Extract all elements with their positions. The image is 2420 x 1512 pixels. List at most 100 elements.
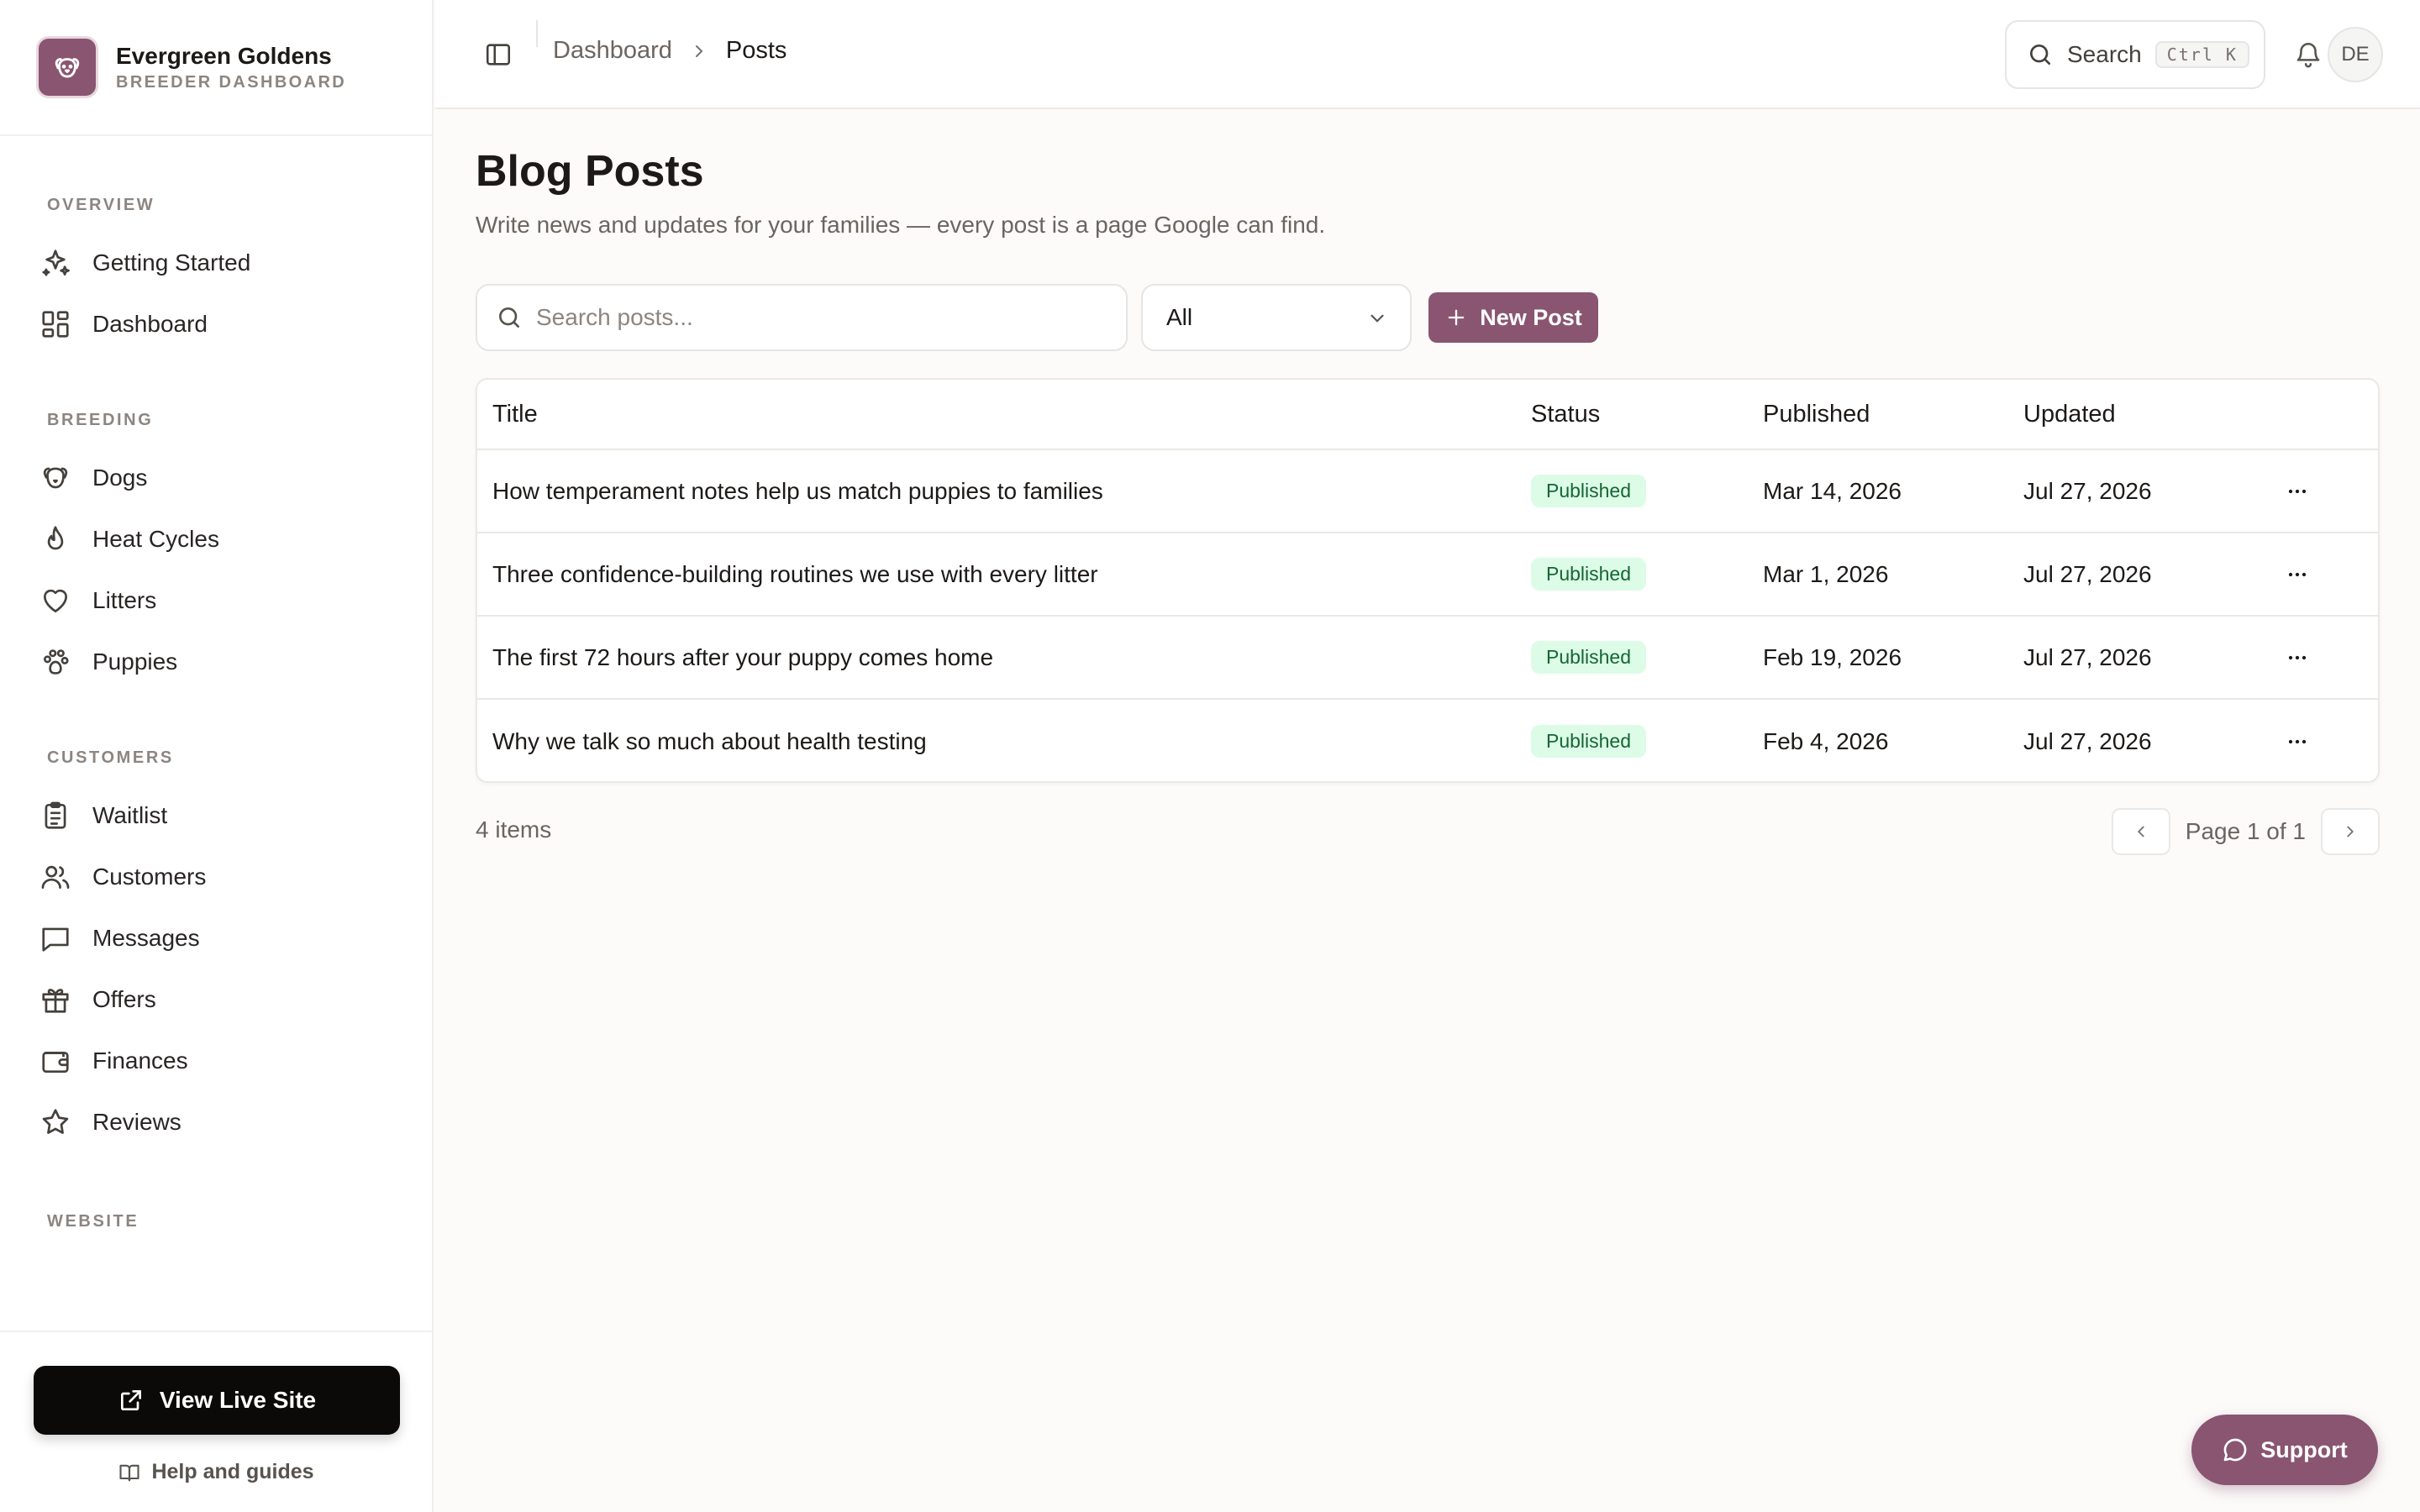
search-shortcut: Ctrl K (2154, 41, 2249, 68)
nav-section-breeding: BREEDING Dogs Heat Cycles Litters Puppie… (0, 403, 432, 692)
bell-icon[interactable] (2294, 40, 2323, 69)
view-live-site-label: View Live Site (159, 1387, 317, 1413)
sidebar-item-finances[interactable]: Finances (39, 1030, 432, 1091)
more-horizontal-icon[interactable] (2284, 561, 2311, 588)
nav-section-overview: OVERVIEW Getting Started Dashboard (0, 188, 432, 354)
status-badge: Published (1531, 641, 1647, 674)
sidebar-item-label: Reviews (92, 1108, 182, 1135)
users-icon (39, 860, 72, 894)
brand[interactable]: Evergreen Goldens BREEDER DASHBOARD (0, 0, 432, 136)
search-icon (2030, 45, 2050, 65)
avatar[interactable]: DE (2328, 27, 2383, 82)
sidebar-item-label: Dashboard (92, 310, 208, 337)
table-row[interactable]: How temperament notes help us match pupp… (477, 450, 2378, 533)
more-horizontal-icon[interactable] (2284, 478, 2311, 505)
posts-table: Title Status Published Updated How tempe… (476, 378, 2380, 783)
post-title[interactable]: Three confidence-building routines we us… (477, 561, 1531, 588)
flame-icon (39, 522, 72, 556)
message-circle-icon (2223, 1438, 2247, 1462)
nav-heading: OVERVIEW (47, 196, 155, 214)
nav-section-website: WEBSITE (0, 1205, 432, 1238)
more-horizontal-icon[interactable] (2284, 644, 2311, 671)
sparkles-icon (39, 246, 72, 280)
column-header-published[interactable]: Published (1763, 401, 2023, 428)
brand-subtitle: BREEDER DASHBOARD (116, 73, 347, 92)
global-search-button[interactable]: Search Ctrl K (2005, 20, 2265, 89)
table-row[interactable]: Three confidence-building routines we us… (477, 533, 2378, 617)
sidebar-item-dogs[interactable]: Dogs (39, 447, 432, 508)
dog-face-icon (39, 39, 96, 96)
external-link-icon (120, 1390, 141, 1410)
status-filter-select[interactable]: All (1141, 284, 1412, 351)
status-badge: Published (1531, 725, 1647, 758)
sidebar-item-puppies[interactable]: Puppies (39, 631, 432, 692)
nav-section-customers: CUSTOMERS Waitlist Customers Messages Of… (0, 741, 432, 1152)
new-post-label: New Post (1480, 304, 1582, 330)
breadcrumb: Dashboard Posts (553, 37, 786, 65)
updated-date: Jul 27, 2026 (2023, 643, 2152, 670)
column-header-title[interactable]: Title (477, 401, 1531, 428)
page-title: Blog Posts (476, 147, 704, 196)
sidebar-item-heat-cycles[interactable]: Heat Cycles (39, 508, 432, 570)
clipboard-list-icon (39, 799, 72, 832)
sidebar-item-label: Finances (92, 1047, 188, 1074)
breadcrumb-dashboard[interactable]: Dashboard (553, 37, 672, 65)
column-header-updated[interactable]: Updated (2023, 401, 2284, 428)
published-date: Feb 4, 2026 (1763, 727, 1889, 754)
sidebar-item-label: Messages (92, 924, 200, 951)
search-label: Search (2067, 41, 2142, 67)
sidebar-item-customers[interactable]: Customers (39, 846, 432, 907)
sidebar-item-label: Heat Cycles (92, 525, 219, 552)
brand-name: Evergreen Goldens (116, 43, 332, 69)
sidebar-item-label: Waitlist (92, 801, 168, 828)
sidebar: Evergreen Goldens BREEDER DASHBOARD OVER… (0, 0, 434, 1512)
post-title[interactable]: The first 72 hours after your puppy come… (477, 644, 1531, 671)
column-header-status[interactable]: Status (1531, 401, 1763, 428)
sidebar-footer: View Live Site Help and guides (0, 1331, 432, 1512)
chevron-right-icon (695, 45, 703, 57)
support-label: Support (2260, 1436, 2348, 1462)
previous-page-button[interactable] (2111, 808, 2170, 855)
table-header: Title Status Published Updated (477, 380, 2378, 450)
updated-date: Jul 27, 2026 (2023, 727, 2152, 754)
support-button[interactable]: Support (2191, 1415, 2378, 1485)
sidebar-item-label: Litters (92, 586, 157, 613)
next-page-button[interactable] (2321, 808, 2380, 855)
table-row[interactable]: Why we talk so much about health testing… (477, 700, 2378, 781)
view-live-site-button[interactable]: View Live Site (34, 1366, 400, 1435)
post-title[interactable]: How temperament notes help us match pupp… (477, 478, 1531, 505)
updated-date: Jul 27, 2026 (2023, 560, 2152, 587)
sidebar-toggle-icon[interactable] (484, 40, 513, 69)
published-date: Feb 19, 2026 (1763, 643, 1902, 670)
star-icon (39, 1105, 72, 1139)
sidebar-item-offers[interactable]: Offers (39, 969, 432, 1030)
breadcrumb-current: Posts (725, 37, 787, 64)
search-posts-input[interactable] (536, 304, 1107, 331)
sidebar-item-label: Puppies (92, 648, 178, 675)
published-date: Mar 1, 2026 (1763, 560, 1889, 587)
new-post-button[interactable]: New Post (1428, 292, 1598, 343)
post-title[interactable]: Why we talk so much about health testing (477, 728, 1531, 755)
sidebar-item-label: Dogs (92, 464, 148, 491)
book-open-icon (119, 1464, 140, 1481)
dog-icon (39, 461, 72, 495)
status-filter-value: All (1166, 304, 1193, 330)
sidebar-item-label: Offers (92, 985, 156, 1012)
search-posts-field[interactable] (476, 284, 1128, 351)
sidebar-item-getting-started[interactable]: Getting Started (39, 232, 432, 293)
sidebar-item-litters[interactable]: Litters (39, 570, 432, 631)
sidebar-item-waitlist[interactable]: Waitlist (39, 785, 432, 846)
sidebar-item-dashboard[interactable]: Dashboard (39, 293, 432, 354)
more-horizontal-icon[interactable] (2284, 728, 2311, 755)
table-row[interactable]: The first 72 hours after your puppy come… (477, 617, 2378, 700)
layout-grid-icon (39, 307, 72, 341)
nav-heading: BREEDING (47, 411, 154, 429)
status-badge: Published (1531, 475, 1647, 507)
help-and-guides-link[interactable]: Help and guides (0, 1460, 432, 1484)
published-date: Mar 14, 2026 (1763, 477, 1902, 504)
plus-icon (1448, 309, 1465, 326)
gift-icon (39, 983, 72, 1016)
wallet-icon (39, 1044, 72, 1078)
sidebar-item-messages[interactable]: Messages (39, 907, 432, 969)
sidebar-item-reviews[interactable]: Reviews (39, 1091, 432, 1152)
